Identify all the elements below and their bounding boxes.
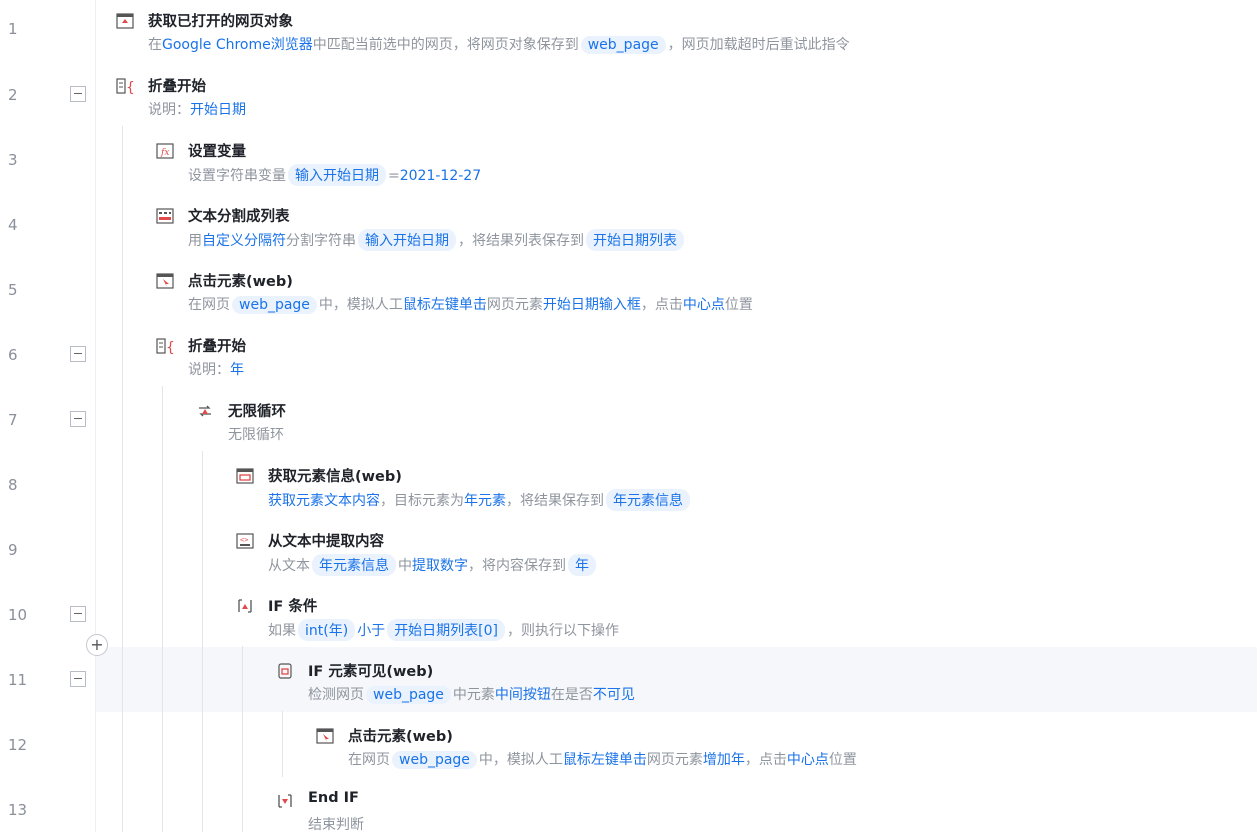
line-number: 1: [8, 20, 18, 38]
fold-toggle-line-11[interactable]: [70, 671, 86, 687]
step-title: 点击元素(web): [188, 274, 293, 290]
element-info-icon: [236, 468, 254, 484]
line-number: 5: [8, 281, 18, 299]
step-title: 无限循环: [228, 404, 286, 420]
click-element-icon: [316, 728, 334, 744]
step-title: 获取元素信息(web): [268, 469, 402, 485]
svg-text:{: {: [126, 80, 134, 94]
step-description: 说明：开始日期: [148, 102, 246, 118]
line-number: 10: [8, 606, 28, 624]
step-description: 如果 int(年) 小于 开始日期列表[0] ，则执行以下操作: [268, 619, 619, 641]
extract-text-icon: <>: [236, 533, 254, 549]
indent-guide: [122, 126, 123, 832]
line-number: 8: [8, 476, 18, 494]
step-description: 在网页 web_page 中，模拟人工鼠标左键单击网页元素增加年，点击中心点位置: [348, 751, 857, 769]
line-number: 13: [8, 801, 28, 819]
step-title: 点击元素(web): [348, 729, 453, 745]
line-number: 2: [8, 86, 18, 104]
line-number: 6: [8, 346, 18, 364]
step-description: 无限循环: [228, 427, 284, 443]
step-title: IF 条件: [268, 599, 318, 615]
step-description: 说明：年: [188, 362, 244, 378]
step-description: 检测网页 web_page 中元素中间按钮在是否不可见: [308, 686, 635, 704]
step-title: 折叠开始: [188, 339, 246, 355]
step-description: 结束判断: [308, 817, 364, 832]
indent-guide: [162, 386, 163, 832]
fold-toggle-line-2[interactable]: [70, 86, 86, 102]
step-title: 折叠开始: [148, 79, 206, 95]
svg-text:{: {: [166, 340, 174, 354]
element-visible-icon: [276, 663, 294, 679]
step-description: 获取元素文本内容，目标元素为年元素，将结果保存到 年元素信息: [268, 489, 692, 511]
line-number: 3: [8, 151, 18, 169]
step-title: End IF: [308, 790, 359, 806]
step-title: 文本分割成列表: [188, 209, 290, 225]
fold-toggle-line-6[interactable]: [70, 346, 86, 362]
step-description: 用自定义分隔符分割字符串 输入开始日期 ，将结果列表保存到 开始日期列表: [188, 229, 686, 251]
step-description: 在网页 web_page 中，模拟人工鼠标左键单击网页元素开始日期输入框，点击中心点…: [188, 296, 753, 314]
step-title: 获取已打开的网页对象: [148, 14, 293, 30]
line-number: 9: [8, 541, 18, 559]
step-title: 从文本中提取内容: [268, 534, 384, 550]
fold-bracket-icon: {: [116, 78, 135, 96]
indent-guide: [242, 646, 243, 832]
row-highlight: [96, 647, 1257, 712]
click-element-icon: [156, 273, 174, 289]
fold-toggle-line-10[interactable]: [70, 606, 86, 622]
step-description: 从文本 年元素信息 中提取数字，将内容保存到年: [268, 554, 598, 576]
end-if-icon: [276, 793, 294, 809]
svg-text:<>: <>: [240, 536, 248, 544]
line-number: 12: [8, 736, 28, 754]
line-number: 11: [8, 671, 28, 689]
fold-toggle-line-7[interactable]: [70, 411, 86, 427]
loop-icon: [196, 403, 214, 419]
line-number: 7: [8, 411, 18, 429]
step-title: 设置变量: [188, 144, 246, 160]
step-title: IF 元素可见(web): [308, 664, 434, 680]
split-text-icon: [156, 208, 174, 224]
add-step-button[interactable]: +: [86, 634, 108, 656]
step-description: 在Google Chrome浏览器中匹配当前选中的网页，将网页对象保存到 web_…: [148, 36, 850, 54]
line-number: 4: [8, 216, 18, 234]
variable-icon: fx: [156, 143, 174, 159]
if-branch-icon: [236, 598, 254, 614]
svg-text:fx: fx: [160, 148, 169, 158]
indent-guide: [282, 711, 283, 777]
browser-window-icon: [116, 13, 134, 29]
step-description: 设置字符串变量 输入开始日期 =2021-12-27: [188, 164, 481, 186]
fold-bracket-icon: {: [156, 338, 175, 356]
indent-guide: [202, 451, 203, 832]
